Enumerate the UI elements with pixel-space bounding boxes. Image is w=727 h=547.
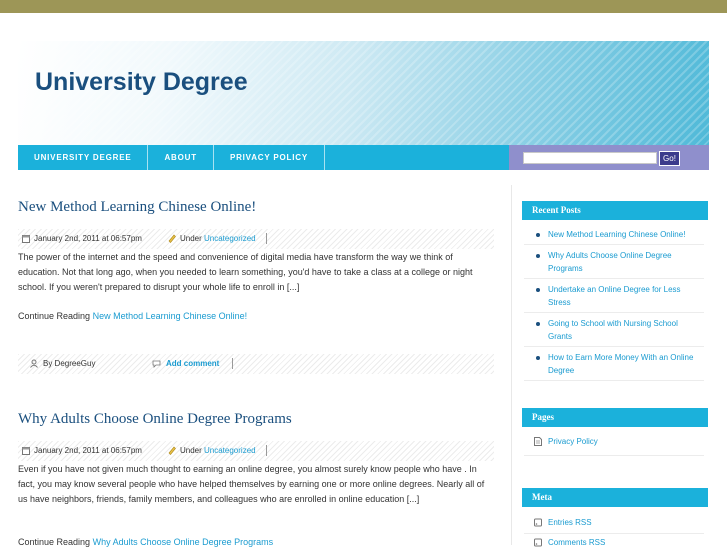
pages-underline [524, 455, 704, 456]
user-icon [30, 359, 38, 368]
continue-reading: Continue Reading New Method Learning Chi… [18, 311, 247, 321]
recent-post-link[interactable]: Going to School with Nursing School Gran… [548, 319, 678, 341]
meta-link[interactable]: Entries RSS [548, 518, 592, 527]
meta-underline [524, 533, 704, 534]
continue-link[interactable]: New Method Learning Chinese Online! [93, 311, 248, 321]
recent-posts-title: Recent Posts [522, 201, 708, 220]
recent-post-item[interactable]: How to Earn More Money With an Online De… [524, 351, 704, 381]
rss-icon [534, 518, 542, 527]
category-link-text[interactable]: Uncategorized [204, 234, 256, 243]
recent-posts-list: New Method Learning Chinese Online! Why … [524, 228, 704, 385]
under-label: Under [180, 446, 202, 455]
continue-reading: Continue Reading Why Adults Choose Onlin… [18, 537, 273, 547]
category-link[interactable]: Uncategorized [204, 234, 256, 243]
footer-divider [232, 358, 233, 369]
page-link[interactable]: Privacy Policy [548, 437, 598, 446]
post-footer: By DegreeGuy Add comment [18, 354, 494, 374]
pages-title: Pages [522, 408, 708, 427]
recent-post-link[interactable]: Undertake an Online Degree for Less Stre… [548, 285, 681, 307]
folder-icon [168, 234, 176, 243]
add-comment-link[interactable]: Add comment [166, 359, 219, 368]
continue-label: Continue Reading [18, 537, 91, 547]
meta-title: Meta [522, 488, 708, 507]
bullet-icon [536, 254, 540, 258]
post-date: January 2nd, 2011 at 06:57pm [34, 234, 142, 243]
category-link[interactable]: Uncategorized [204, 446, 256, 455]
post-meta: January 2nd, 2011 at 06:57pm Under Uncat… [18, 229, 494, 249]
calendar-icon [22, 447, 30, 455]
meta-link[interactable]: Comments RSS [548, 538, 605, 547]
post-excerpt: The power of the internet and the speed … [18, 252, 473, 292]
search-bar: Go! [509, 145, 709, 170]
recent-post-item[interactable]: Why Adults Choose Online Degree Programs [524, 249, 704, 279]
continue-link[interactable]: Why Adults Choose Online Degree Programs [93, 537, 274, 547]
column-divider [511, 185, 512, 545]
main-nav: UNIVERSITY DEGREE ABOUT PRIVACY POLICY [18, 145, 509, 170]
rss-icon [534, 538, 542, 547]
page-icon [534, 437, 542, 446]
search-go-button[interactable]: Go! [659, 151, 680, 166]
calendar-icon [22, 235, 30, 243]
nav-item-about[interactable]: ABOUT [148, 145, 214, 170]
site-header: University Degree [18, 41, 709, 145]
post-excerpt: Even if you have not given much thought … [18, 464, 485, 504]
search-input[interactable] [523, 152, 657, 164]
recent-post-link[interactable]: New Method Learning Chinese Online! [548, 230, 685, 239]
site-title[interactable]: University Degree [35, 68, 248, 97]
comment-icon [152, 360, 161, 368]
recent-post-item[interactable]: Going to School with Nursing School Gran… [524, 317, 704, 347]
post-date: January 2nd, 2011 at 06:57pm [34, 446, 142, 455]
post-meta: January 2nd, 2011 at 06:57pm Under Uncat… [18, 441, 494, 461]
meta-divider [266, 233, 267, 244]
folder-icon [168, 446, 176, 455]
bullet-icon [536, 233, 540, 237]
continue-label: Continue Reading [18, 311, 91, 321]
meta-divider [266, 445, 267, 456]
post-title[interactable]: Why Adults Choose Online Degree Programs [18, 411, 292, 428]
category-link-text[interactable]: Uncategorized [204, 446, 256, 455]
recent-post-item[interactable]: New Method Learning Chinese Online! [524, 228, 704, 245]
nav-item-university-degree[interactable]: UNIVERSITY DEGREE [18, 145, 149, 170]
recent-post-item[interactable]: Undertake an Online Degree for Less Stre… [524, 283, 704, 313]
post-author: By DegreeGuy [43, 359, 96, 368]
recent-post-link[interactable]: How to Earn More Money With an Online De… [548, 353, 693, 375]
post-title[interactable]: New Method Learning Chinese Online! [18, 199, 256, 216]
bullet-icon [536, 356, 540, 360]
bullet-icon [536, 322, 540, 326]
nav-item-privacy-policy[interactable]: PRIVACY POLICY [214, 145, 325, 170]
top-bar [0, 0, 727, 13]
recent-post-link[interactable]: Why Adults Choose Online Degree Programs [548, 251, 672, 273]
under-label: Under [180, 234, 202, 243]
bullet-icon [536, 288, 540, 292]
